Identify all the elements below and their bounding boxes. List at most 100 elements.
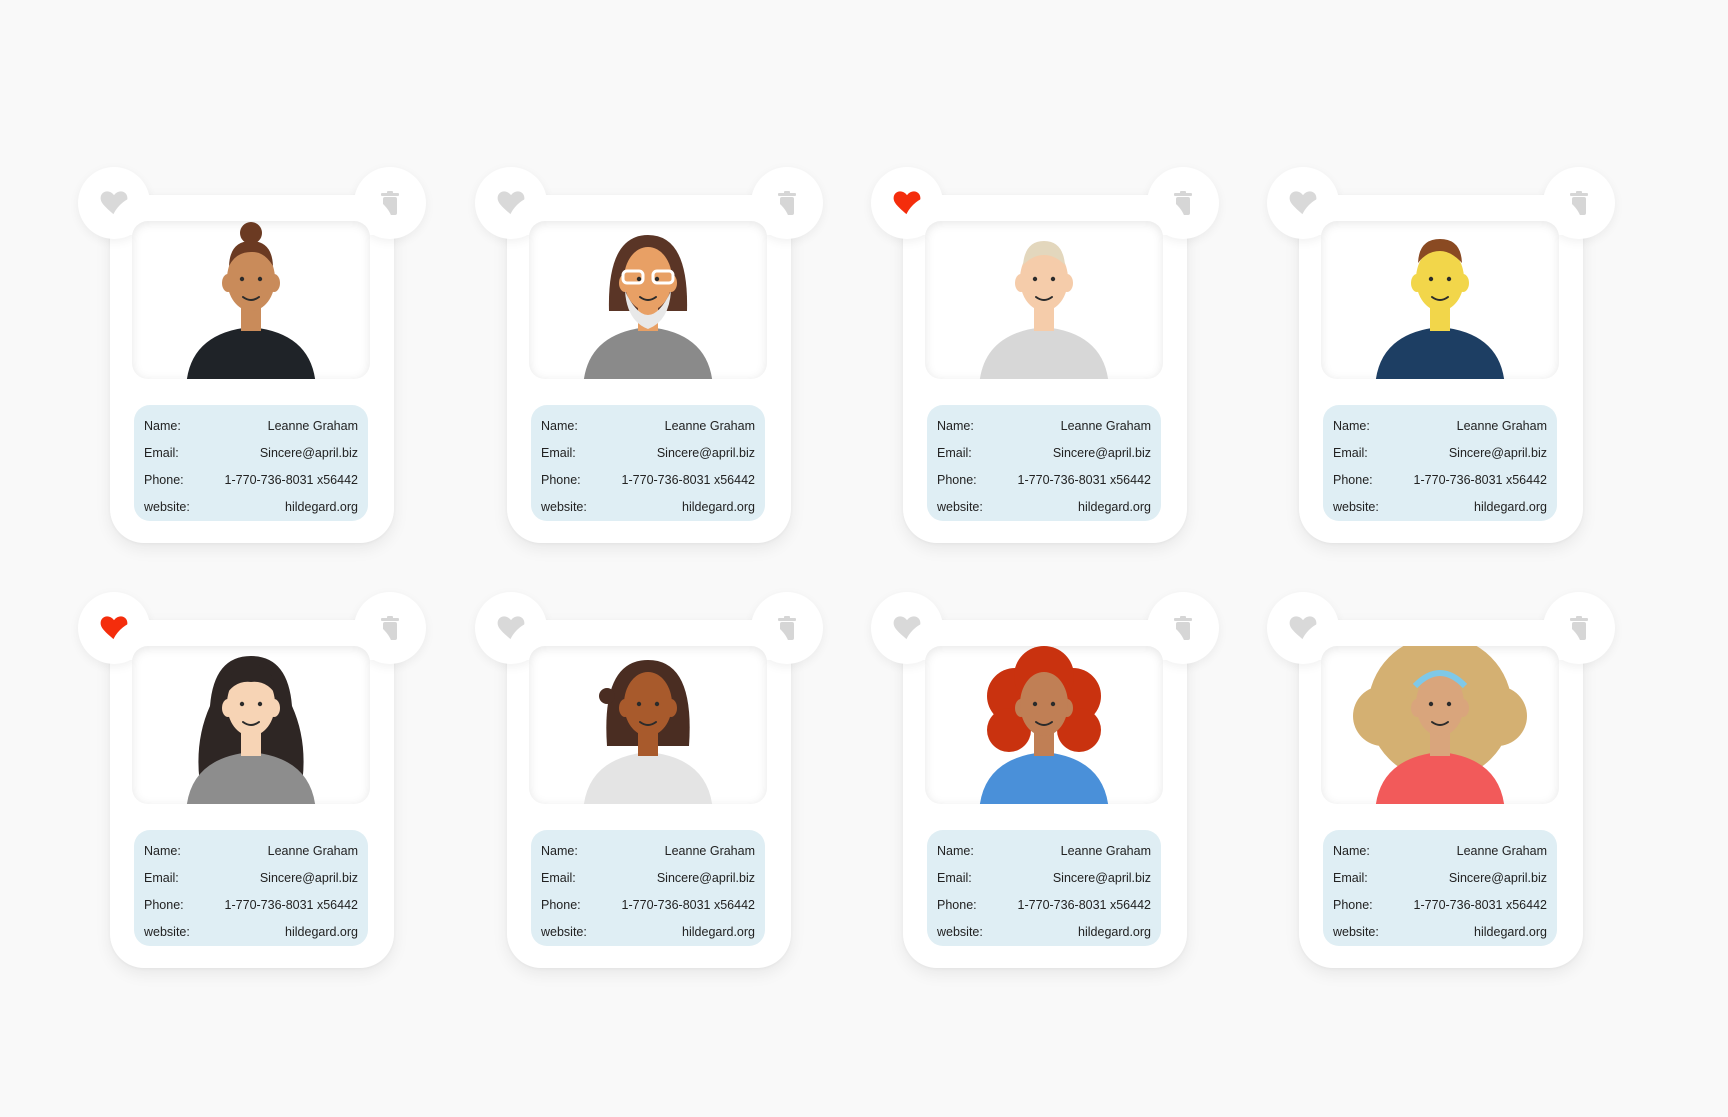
name-row: Name: Leanne Graham (937, 412, 1151, 439)
phone-row: Phone: 1-770-736-8031 x56442 (144, 466, 358, 493)
phone-label: Phone: (1333, 472, 1373, 487)
email-label: Email: (937, 445, 972, 460)
avatar (529, 646, 767, 804)
phone-value: 1-770-736-8031 x56442 (1413, 897, 1547, 912)
phone-row: Phone: 1-770-736-8031 x56442 (144, 891, 358, 918)
name-value: Leanne Graham (664, 843, 755, 858)
name-value: Leanne Graham (1456, 418, 1547, 433)
email-value: Sincere@april.biz (1052, 445, 1151, 460)
website-row: website: hildegard.org (541, 918, 755, 945)
email-row: Email: Sincere@april.biz (541, 864, 755, 891)
website-value: hildegard.org (682, 924, 755, 939)
phone-label: Phone: (541, 472, 581, 487)
email-row: Email: Sincere@april.biz (1333, 439, 1547, 466)
website-label: website: (937, 499, 983, 514)
phone-label: Phone: (144, 897, 184, 912)
name-label: Name: (144, 418, 181, 433)
email-row: Email: Sincere@april.biz (144, 864, 358, 891)
name-label: Name: (937, 418, 974, 433)
phone-value: 1-770-736-8031 x56442 (1017, 472, 1151, 487)
name-label: Name: (541, 843, 578, 858)
website-value: hildegard.org (1474, 924, 1547, 939)
email-value: Sincere@april.biz (656, 870, 755, 885)
website-value: hildegard.org (285, 924, 358, 939)
website-row: website: hildegard.org (541, 493, 755, 520)
phone-label: Phone: (1333, 897, 1373, 912)
name-value: Leanne Graham (267, 843, 358, 858)
website-row: website: hildegard.org (1333, 493, 1547, 520)
email-value: Sincere@april.biz (656, 445, 755, 460)
name-value: Leanne Graham (1060, 418, 1151, 433)
name-label: Name: (1333, 418, 1370, 433)
website-value: hildegard.org (1078, 924, 1151, 939)
website-value: hildegard.org (1078, 499, 1151, 514)
name-row: Name: Leanne Graham (541, 412, 755, 439)
email-row: Email: Sincere@april.biz (144, 439, 358, 466)
email-row: Email: Sincere@april.biz (937, 439, 1151, 466)
website-row: website: hildegard.org (144, 918, 358, 945)
website-value: hildegard.org (682, 499, 755, 514)
website-label: website: (1333, 924, 1379, 939)
phone-label: Phone: (541, 897, 581, 912)
name-value: Leanne Graham (1060, 843, 1151, 858)
name-row: Name: Leanne Graham (144, 412, 358, 439)
website-row: website: hildegard.org (1333, 918, 1547, 945)
avatar (529, 221, 767, 379)
email-label: Email: (937, 870, 972, 885)
email-row: Email: Sincere@april.biz (541, 439, 755, 466)
avatar (132, 646, 370, 804)
email-row: Email: Sincere@april.biz (937, 864, 1151, 891)
email-label: Email: (1333, 870, 1368, 885)
name-value: Leanne Graham (267, 418, 358, 433)
phone-label: Phone: (144, 472, 184, 487)
contact-card: Name: Leanne Graham Email: Sincere@april… (871, 167, 1219, 543)
name-row: Name: Leanne Graham (937, 837, 1151, 864)
email-row: Email: Sincere@april.biz (1333, 864, 1547, 891)
contact-card: Name: Leanne Graham Email: Sincere@april… (78, 167, 426, 543)
website-value: hildegard.org (285, 499, 358, 514)
contact-info-panel: Name: Leanne Graham Email: Sincere@april… (927, 830, 1161, 946)
email-label: Email: (144, 445, 179, 460)
name-row: Name: Leanne Graham (1333, 837, 1547, 864)
phone-row: Phone: 1-770-736-8031 x56442 (1333, 466, 1547, 493)
phone-row: Phone: 1-770-736-8031 x56442 (1333, 891, 1547, 918)
phone-row: Phone: 1-770-736-8031 x56442 (541, 891, 755, 918)
name-value: Leanne Graham (664, 418, 755, 433)
contact-card: Name: Leanne Graham Email: Sincere@april… (475, 592, 823, 968)
email-label: Email: (1333, 445, 1368, 460)
contact-info-panel: Name: Leanne Graham Email: Sincere@april… (927, 405, 1161, 521)
phone-row: Phone: 1-770-736-8031 x56442 (541, 466, 755, 493)
website-label: website: (144, 924, 190, 939)
contact-info-panel: Name: Leanne Graham Email: Sincere@april… (1323, 830, 1557, 946)
phone-value: 1-770-736-8031 x56442 (621, 897, 755, 912)
email-label: Email: (541, 445, 576, 460)
avatar (1321, 646, 1559, 804)
phone-value: 1-770-736-8031 x56442 (1017, 897, 1151, 912)
website-label: website: (541, 499, 587, 514)
email-value: Sincere@april.biz (259, 445, 358, 460)
avatar (1321, 221, 1559, 379)
contact-info-panel: Name: Leanne Graham Email: Sincere@april… (1323, 405, 1557, 521)
email-value: Sincere@april.biz (259, 870, 358, 885)
contact-card: Name: Leanne Graham Email: Sincere@april… (475, 167, 823, 543)
name-row: Name: Leanne Graham (541, 837, 755, 864)
name-label: Name: (937, 843, 974, 858)
contact-info-panel: Name: Leanne Graham Email: Sincere@april… (531, 405, 765, 521)
phone-label: Phone: (937, 472, 977, 487)
phone-value: 1-770-736-8031 x56442 (224, 897, 358, 912)
website-value: hildegard.org (1474, 499, 1547, 514)
name-value: Leanne Graham (1456, 843, 1547, 858)
contact-card: Name: Leanne Graham Email: Sincere@april… (78, 592, 426, 968)
avatar (925, 646, 1163, 804)
website-row: website: hildegard.org (144, 493, 358, 520)
contact-info-panel: Name: Leanne Graham Email: Sincere@april… (134, 830, 368, 946)
phone-row: Phone: 1-770-736-8031 x56442 (937, 891, 1151, 918)
website-row: website: hildegard.org (937, 918, 1151, 945)
contact-info-panel: Name: Leanne Graham Email: Sincere@april… (531, 830, 765, 946)
name-row: Name: Leanne Graham (144, 837, 358, 864)
phone-value: 1-770-736-8031 x56442 (1413, 472, 1547, 487)
avatar (925, 221, 1163, 379)
phone-label: Phone: (937, 897, 977, 912)
website-label: website: (541, 924, 587, 939)
contact-card: Name: Leanne Graham Email: Sincere@april… (1267, 592, 1615, 968)
